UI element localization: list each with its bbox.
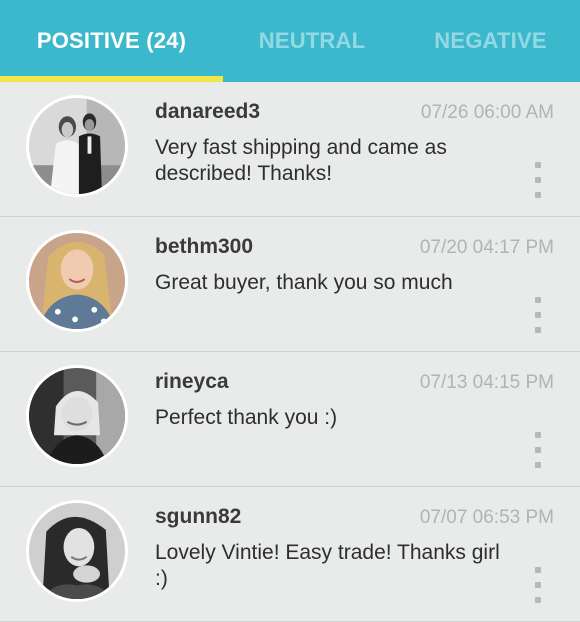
- tab-negative[interactable]: NEGATIVE: [401, 0, 580, 82]
- username[interactable]: danareed3: [155, 100, 260, 124]
- woman-bw-photo-icon: [29, 503, 125, 599]
- avatar[interactable]: [26, 230, 128, 332]
- woman-bw-photo-icon: [29, 368, 125, 464]
- review-row[interactable]: danareed3 07/26 06:00 AM Very fast shipp…: [0, 82, 580, 217]
- more-options-icon[interactable]: [528, 162, 548, 198]
- more-options-icon[interactable]: [528, 432, 548, 468]
- tab-neutral[interactable]: NEUTRAL: [223, 0, 401, 82]
- review-row[interactable]: sgunn82 07/07 06:53 PM Lovely Vintie! Ea…: [0, 487, 580, 622]
- username[interactable]: rineyca: [155, 370, 229, 394]
- review-comment: Very fast shipping and came as described…: [155, 136, 447, 185]
- username[interactable]: sgunn82: [155, 505, 241, 529]
- timestamp: 07/26 06:00 AM: [420, 102, 554, 123]
- review-comment: Great buyer, thank you so much: [155, 271, 453, 294]
- avatar[interactable]: [26, 500, 128, 602]
- review-row[interactable]: bethm300 07/20 04:17 PM Great buyer, tha…: [0, 217, 580, 352]
- timestamp: 07/13 04:15 PM: [419, 372, 554, 393]
- timestamp: 07/20 04:17 PM: [419, 237, 554, 258]
- timestamp: 07/07 06:53 PM: [419, 507, 554, 528]
- more-options-icon[interactable]: [528, 567, 548, 603]
- review-comment: Lovely Vintie! Easy trade! Thanks girl :…: [155, 541, 500, 590]
- review-list: danareed3 07/26 06:00 AM Very fast shipp…: [0, 82, 580, 622]
- couple-photo-icon: [29, 98, 125, 194]
- woman-blonde-photo-icon: [29, 233, 125, 329]
- username[interactable]: bethm300: [155, 235, 253, 259]
- tab-bar: POSITIVE (24) NEUTRAL NEGATIVE: [0, 0, 580, 82]
- review-comment: Perfect thank you :): [155, 406, 338, 429]
- tab-positive[interactable]: POSITIVE (24): [0, 0, 223, 82]
- avatar[interactable]: [26, 365, 128, 467]
- avatar[interactable]: [26, 95, 128, 197]
- more-options-icon[interactable]: [528, 297, 548, 333]
- review-row[interactable]: rineyca 07/13 04:15 PM Perfect thank you…: [0, 352, 580, 487]
